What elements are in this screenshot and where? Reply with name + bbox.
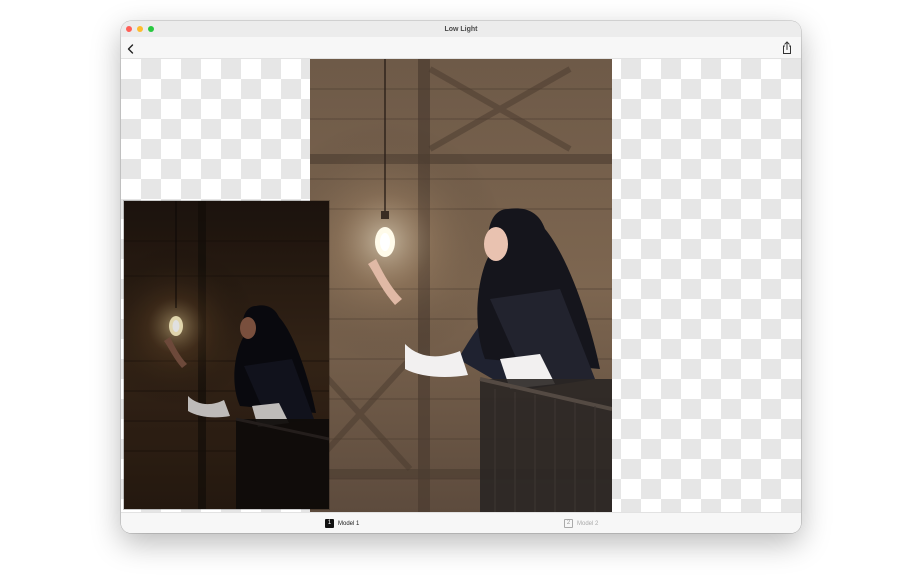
model-selector-bar: 1 Model 1 2 Model 2: [121, 512, 801, 533]
minimize-window-button[interactable]: [137, 26, 143, 32]
share-icon: [783, 41, 791, 54]
model-number-badge: 2: [564, 519, 573, 528]
model-number-badge: 1: [325, 519, 334, 528]
tab-model-1[interactable]: 1 Model 1: [325, 519, 359, 528]
model-tab-label: Model 2: [577, 520, 599, 527]
close-window-button[interactable]: [126, 26, 132, 32]
original-photo-thumbnail[interactable]: [124, 201, 329, 509]
window-controls: [126, 26, 154, 32]
chevron-left-icon: [127, 44, 134, 54]
tab-model-2[interactable]: 2 Model 2: [564, 519, 598, 528]
image-canvas[interactable]: [121, 59, 801, 512]
app-window: Low Light 1 Model 1 2 Model 2: [121, 21, 801, 533]
window-title: Low Light: [444, 25, 478, 33]
model-tab-label: Model 1: [338, 520, 360, 527]
back-button[interactable]: [125, 42, 137, 54]
zoom-window-button[interactable]: [148, 26, 154, 32]
share-button[interactable]: [781, 41, 793, 55]
title-bar: Low Light: [121, 21, 801, 37]
toolbar: [121, 37, 801, 59]
enhanced-photo: [310, 59, 612, 512]
